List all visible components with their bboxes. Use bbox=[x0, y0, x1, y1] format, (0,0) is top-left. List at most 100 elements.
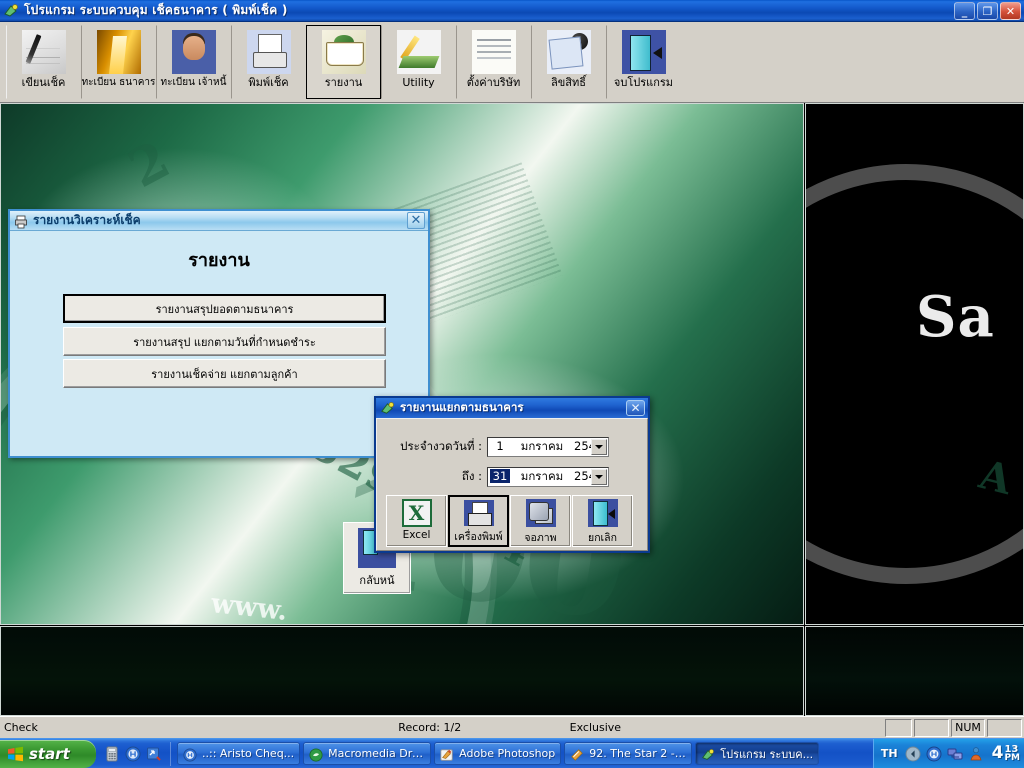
task-button-label: ..:: Aristo Cheq... bbox=[202, 747, 295, 760]
task-button-dreamweaver[interactable]: Macromedia Dre... bbox=[303, 742, 432, 765]
status-record: Record: 1/2 bbox=[398, 721, 462, 734]
toolbar-button-report[interactable]: รายงาน bbox=[306, 25, 381, 99]
minimize-button[interactable]: _ bbox=[954, 2, 975, 20]
chevron-down-icon[interactable] bbox=[591, 469, 607, 485]
clock-hour: 4 bbox=[991, 742, 1004, 763]
report-option-label: รายงานสรุปยอดตามธนาคาร bbox=[155, 302, 294, 316]
cancel-button[interactable]: ยกเลิก bbox=[572, 495, 633, 547]
date-from-row: ประจำงวดวันที่ : 1 มกราคม 2549 bbox=[377, 437, 609, 457]
report-option-summary-by-bank[interactable]: รายงานสรุปยอดตามธนาคาร bbox=[63, 294, 386, 323]
print-button[interactable]: เครื่องพิมพ์ bbox=[448, 495, 509, 547]
messenger-icon[interactable] bbox=[968, 746, 984, 762]
task-button-cheque-program[interactable]: โปรแกรม ระบบค... bbox=[695, 742, 820, 765]
date-to-row: ถึง : 31 มกราคม 2549 bbox=[377, 467, 609, 487]
toolbar-label: ตั้งค่าบริษัท bbox=[466, 76, 521, 89]
banknote-top-number: 2 bbox=[118, 129, 180, 200]
main-toolbar: เขียนเช็ค ทะเบียน ธนาคาร ทะเบียน เจ้าหนี… bbox=[0, 22, 1024, 103]
date-from-label: ประจำงวดวันที่ : bbox=[400, 439, 482, 453]
system-tray: TH 4 13 PM bbox=[872, 738, 1024, 768]
report-window-close-button[interactable]: ✕ bbox=[407, 212, 425, 229]
close-icon: ✕ bbox=[410, 213, 422, 228]
toolbar-button-copyright[interactable]: ลิขสิทธิ์ bbox=[531, 25, 606, 99]
company-setup-icon bbox=[471, 30, 516, 74]
toolbar-button-company-setup[interactable]: ตั้งค่าบริษัท bbox=[456, 25, 531, 99]
toolbar-label: ทะเบียน ธนาคาร bbox=[81, 77, 156, 88]
windows-logo-icon bbox=[7, 746, 24, 762]
window-title-text: โปรแกรม ระบบควบคุม เช็คธนาคาร ( พิมพ์เช็… bbox=[24, 3, 288, 17]
background-banknote-image-right: Sa A bbox=[805, 103, 1024, 625]
toolbar-button-utility[interactable]: Utility bbox=[381, 25, 456, 99]
report-option-cheques-by-customer[interactable]: รายงานเช็คจ่าย แยกตามลูกค้า bbox=[63, 359, 386, 388]
task-button-aristo-cheque[interactable]: ..:: Aristo Cheq... bbox=[177, 742, 301, 765]
date-to-value: 31 มกราคม 2549 bbox=[488, 468, 608, 486]
date-from-day: 1 bbox=[496, 439, 504, 453]
language-indicator[interactable]: TH bbox=[881, 747, 898, 760]
maximize-button[interactable]: ❐ bbox=[977, 2, 998, 20]
bank-dialog-title-bar[interactable]: รายงานแยกตามธนาคาร ✕ bbox=[376, 398, 648, 418]
task-button-photoshop[interactable]: Adobe Photoshop bbox=[434, 742, 562, 765]
start-button[interactable]: start bbox=[0, 739, 96, 768]
export-excel-button[interactable]: Excel bbox=[386, 495, 447, 547]
toolbar-button-print-cheque[interactable]: พิมพ์เช็ค bbox=[231, 25, 306, 99]
utility-icon bbox=[396, 30, 441, 74]
media-player-icon bbox=[183, 747, 197, 762]
media-player-icon[interactable] bbox=[125, 746, 141, 762]
toolbar-button-creditor-register[interactable]: ทะเบียน เจ้าหนี้ bbox=[156, 25, 231, 99]
date-from-month: มกราคม bbox=[520, 439, 564, 453]
date-from-value: 1 มกราคม 2549 bbox=[488, 438, 608, 456]
network-icon[interactable] bbox=[947, 746, 963, 762]
close-button[interactable]: ✕ bbox=[1000, 2, 1021, 20]
toolbar-button-bank-register[interactable]: ทะเบียน ธนาคาร bbox=[81, 25, 156, 99]
dreamweaver-icon bbox=[309, 747, 323, 762]
report-window-title-text: รายงานวิเคราะห์เช็ค bbox=[33, 213, 141, 227]
bank-dialog-actions: Excel เครื่องพิมพ์ จอภาพ ยกเลิก bbox=[386, 495, 633, 547]
bank-dialog-close-button[interactable]: ✕ bbox=[626, 400, 645, 416]
status-bar: Check Record: 1/2 Exclusive NUM bbox=[0, 716, 1024, 738]
report-option-label: รายงานสรุป แยกตามวันที่กำหนดชำระ bbox=[133, 335, 316, 349]
taskbar-clock[interactable]: 4 13 PM bbox=[991, 742, 1020, 763]
toolbar-button-exit[interactable]: จบโปรแกรม bbox=[606, 25, 681, 99]
app-icon bbox=[701, 747, 715, 761]
date-from-combo[interactable]: 1 มกราคม 2549 bbox=[487, 437, 609, 457]
app-icon bbox=[3, 3, 19, 19]
media-player-icon[interactable] bbox=[926, 746, 942, 762]
cancel-label: ยกเลิก bbox=[588, 532, 617, 544]
report-option-label: รายงานเช็คจ่าย แยกตามลูกค้า bbox=[151, 367, 298, 381]
report-window-body: รายงาน รายงานสรุปยอดตามธนาคาร รายงานสรุป… bbox=[10, 245, 428, 594]
date-to-combo[interactable]: 31 มกราคม 2549 bbox=[487, 467, 609, 487]
window-controls: _ ❐ ✕ bbox=[954, 2, 1021, 20]
bank-report-dialog: รายงานแยกตามธนาคาร ✕ ประจำงวดวันที่ : 1 … bbox=[374, 396, 650, 553]
task-button-list: ..:: Aristo Cheq... Macromedia Dre... Ad… bbox=[171, 742, 873, 765]
screen-icon bbox=[525, 499, 556, 527]
toolbar-label: รายงาน bbox=[324, 76, 363, 89]
status-indicator-num: NUM bbox=[950, 718, 986, 737]
show-desktop-icon[interactable] bbox=[146, 746, 162, 762]
task-button-label: Adobe Photoshop bbox=[459, 747, 556, 760]
toolbar-label: เขียนเช็ค bbox=[21, 76, 66, 89]
bank-register-icon bbox=[96, 30, 141, 74]
write-cheque-icon bbox=[21, 30, 66, 74]
taskbar: start ..:: Aristo Cheq... Macromedia Dre… bbox=[0, 738, 1024, 768]
report-window-title-bar[interactable]: รายงานวิเคราะห์เช็ค ✕ bbox=[10, 211, 428, 231]
minimize-icon: _ bbox=[961, 4, 968, 18]
report-option-summary-by-due-date[interactable]: รายงานสรุป แยกตามวันที่กำหนดชำระ bbox=[63, 327, 386, 356]
back-arrow-icon[interactable] bbox=[905, 746, 921, 762]
report-back-label: กลับหน้ bbox=[359, 574, 395, 587]
toolbar-label: จบโปรแกรม bbox=[613, 76, 674, 89]
report-analysis-window: รายงานวิเคราะห์เช็ค ✕ รายงาน รายงานสรุปย… bbox=[8, 209, 430, 594]
date-to-label: ถึง : bbox=[461, 469, 482, 483]
clock-ampm: PM bbox=[1004, 752, 1020, 763]
task-button-label: 92. The Star 2 - ... bbox=[589, 747, 687, 760]
banknote-right-text: Sa bbox=[916, 284, 995, 350]
window-title-bar[interactable]: โปรแกรม ระบบควบคุม เช็คธนาคาร ( พิมพ์เช็… bbox=[0, 0, 1024, 22]
task-button-winamp[interactable]: 92. The Star 2 - ... bbox=[564, 742, 693, 765]
toolbar-button-write-cheque[interactable]: เขียนเช็ค bbox=[6, 25, 81, 99]
background-dark-panel-left bbox=[0, 626, 804, 716]
status-indicator-1 bbox=[885, 718, 912, 737]
calculator-icon[interactable] bbox=[104, 746, 120, 762]
preview-screen-button[interactable]: จอภาพ bbox=[510, 495, 571, 547]
chevron-down-icon[interactable] bbox=[591, 439, 607, 455]
toolbar-label: ทะเบียน เจ้าหนี้ bbox=[160, 77, 227, 88]
app-icon bbox=[380, 401, 395, 416]
maximize-icon: ❐ bbox=[982, 4, 993, 18]
